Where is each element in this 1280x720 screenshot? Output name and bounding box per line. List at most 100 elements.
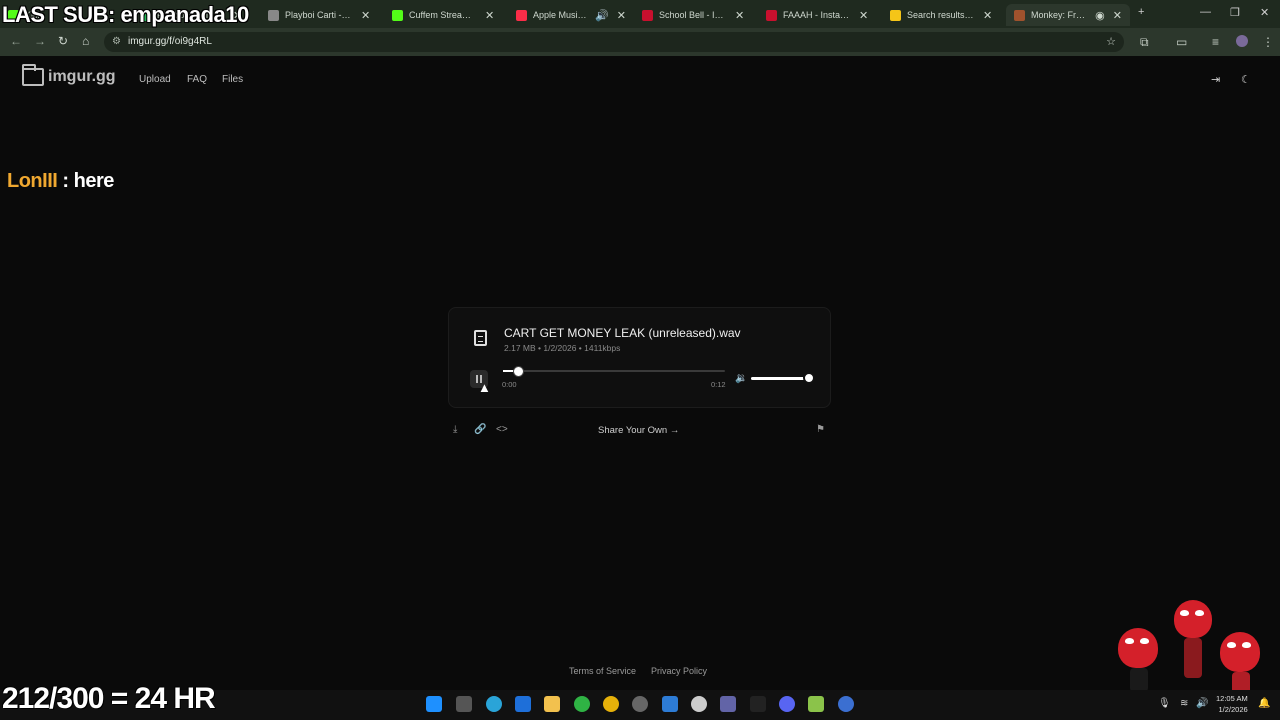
minimize-icon[interactable]: —: [1200, 6, 1211, 18]
volume-handle[interactable]: [803, 372, 815, 384]
browser-tab[interactable]: FAAAH - Instant Soun✕: [758, 4, 882, 26]
spider-eye: [1195, 610, 1204, 616]
app-icon[interactable]: [750, 696, 766, 712]
spiderman-body: [1130, 668, 1148, 692]
menu-icon[interactable]: ⋮: [1262, 35, 1274, 49]
wifi-icon[interactable]: ≋: [1180, 698, 1188, 709]
browser-tab[interactable]: Search results for 'it✕: [882, 4, 1006, 26]
folder-icon: [22, 64, 44, 86]
close-icon[interactable]: ✕: [859, 9, 868, 22]
home-icon[interactable]: ⌂: [82, 34, 89, 48]
current-time: 0:00: [502, 380, 517, 389]
store-icon[interactable]: [662, 696, 678, 712]
login-icon[interactable]: ⇥: [1211, 73, 1220, 86]
speaker-icon[interactable]: 🔊: [1196, 698, 1208, 709]
back-icon[interactable]: ←: [10, 34, 22, 48]
app-icon[interactable]: [808, 696, 824, 712]
microphone-icon[interactable]: 🎙: [1158, 698, 1171, 709]
tab-favicon-icon: [642, 9, 653, 21]
share-your-own-link[interactable]: Share Your Own →: [598, 425, 679, 436]
audio-player-card: [448, 307, 831, 408]
spider-eye: [1180, 610, 1189, 616]
volume-level: [751, 377, 809, 380]
address-bar[interactable]: ⚙ imgur.gg/f/oi9g4RL ☆: [104, 32, 1124, 52]
site-info-icon[interactable]: ⚙: [112, 36, 121, 47]
clock[interactable]: 12:05 AM 1/2/2026: [1216, 693, 1248, 715]
embed-icon[interactable]: <>: [496, 424, 508, 435]
file-meta: 2.17 MB • 1/2/2026 • 1411kbps: [504, 343, 621, 353]
chat-message: : here: [57, 170, 114, 192]
close-icon[interactable]: ✕: [617, 9, 626, 22]
spiderman-body: [1184, 638, 1202, 678]
browser-tab-active[interactable]: Monkey: Free Live◉✕: [1006, 4, 1130, 26]
forward-icon[interactable]: →: [34, 34, 46, 48]
nav-upload[interactable]: Upload: [139, 74, 171, 85]
reading-list-icon[interactable]: ≡: [1212, 35, 1219, 49]
reload-icon[interactable]: ↻: [58, 34, 68, 48]
close-icon[interactable]: ✕: [361, 9, 370, 22]
spiderman-sticker: [1118, 628, 1158, 668]
report-flag-icon[interactable]: ⚑: [816, 424, 825, 435]
tab-favicon-icon: [268, 9, 279, 21]
start-menu-icon[interactable]: [426, 696, 442, 712]
browser-toolbar: ← → ↻ ⌂ ⚙ imgur.gg/f/oi9g4RL ☆ ⧉ ▭ ≡ ⋮: [0, 28, 1280, 56]
new-tab-button[interactable]: +: [1138, 6, 1144, 18]
terms-link[interactable]: Terms of Service: [569, 666, 636, 676]
tab-favicon-icon: [766, 9, 777, 21]
discord-icon[interactable]: [779, 696, 795, 712]
spider-eye: [1242, 642, 1251, 648]
link-icon[interactable]: 🔗: [474, 424, 486, 435]
close-window-icon[interactable]: ✕: [1260, 6, 1269, 19]
tab-favicon-icon: [890, 9, 901, 21]
last-sub-overlay: LAST SUB: empanada10: [2, 2, 249, 27]
spider-eye: [1227, 642, 1236, 648]
browser-tab[interactable]: Apple Music - We🔊✕: [508, 4, 634, 26]
extensions-icon[interactable]: ⧉: [1140, 35, 1149, 50]
volume-slider[interactable]: [751, 377, 809, 380]
teams-icon[interactable]: [720, 696, 736, 712]
outlook-icon[interactable]: [515, 696, 531, 712]
theme-toggle-icon[interactable]: ☾: [1241, 73, 1251, 86]
site-logo[interactable]: imgur.gg: [22, 64, 116, 86]
app-icon[interactable]: [691, 696, 707, 712]
file-icon: [474, 330, 487, 346]
tab-favicon-icon: [1014, 9, 1025, 21]
profile-avatar[interactable]: [1236, 35, 1248, 47]
notification-icon[interactable]: 🔔: [1258, 698, 1270, 709]
browser-tab[interactable]: School Bell - Instant S✕: [634, 4, 758, 26]
cast-icon[interactable]: ▭: [1176, 35, 1187, 49]
duration: 0:12: [711, 380, 726, 389]
bookmark-star-icon[interactable]: ☆: [1106, 35, 1116, 48]
clock-time: 12:05 AM: [1216, 694, 1248, 703]
nav-files[interactable]: Files: [222, 74, 243, 85]
file-explorer-icon[interactable]: [544, 696, 560, 712]
nav-faq[interactable]: FAQ: [187, 74, 207, 85]
obs-icon[interactable]: [838, 696, 854, 712]
task-view-icon[interactable]: [456, 696, 472, 712]
logo-text: imgur.gg: [48, 68, 116, 85]
close-icon[interactable]: ✕: [1113, 9, 1122, 22]
chrome-icon[interactable]: [603, 696, 619, 712]
close-icon[interactable]: ✕: [485, 9, 494, 22]
file-name: CART GET MONEY LEAK (unreleased).wav: [504, 326, 741, 340]
chat-username: LonIII: [7, 170, 58, 192]
chat-overlay: LonIII : here: [7, 170, 114, 193]
close-icon[interactable]: ✕: [735, 9, 744, 22]
settings-icon[interactable]: [632, 696, 648, 712]
xbox-icon[interactable]: [574, 696, 590, 712]
edge-icon[interactable]: [486, 696, 502, 712]
restore-icon[interactable]: ❐: [1230, 6, 1240, 19]
seek-bar[interactable]: [503, 370, 725, 372]
download-icon[interactable]: ⤓: [453, 424, 457, 435]
browser-tab[interactable]: Cuffem Stream - Watc✕: [384, 4, 508, 26]
speaker-icon[interactable]: 🔊: [595, 9, 609, 22]
browser-tab[interactable]: Playboi Carti - Ca ✕: [260, 4, 384, 26]
tab-favicon-icon: [392, 9, 403, 21]
privacy-link[interactable]: Privacy Policy: [651, 666, 707, 676]
volume-icon[interactable]: 🔉: [735, 373, 747, 384]
close-icon[interactable]: ✕: [983, 9, 992, 22]
recording-icon: ◉: [1095, 9, 1105, 22]
url-text: imgur.gg/f/oi9g4RL: [128, 36, 212, 47]
subathon-counter: 212/300 = 24 HR: [2, 682, 216, 715]
tab-favicon-icon: [516, 9, 527, 21]
